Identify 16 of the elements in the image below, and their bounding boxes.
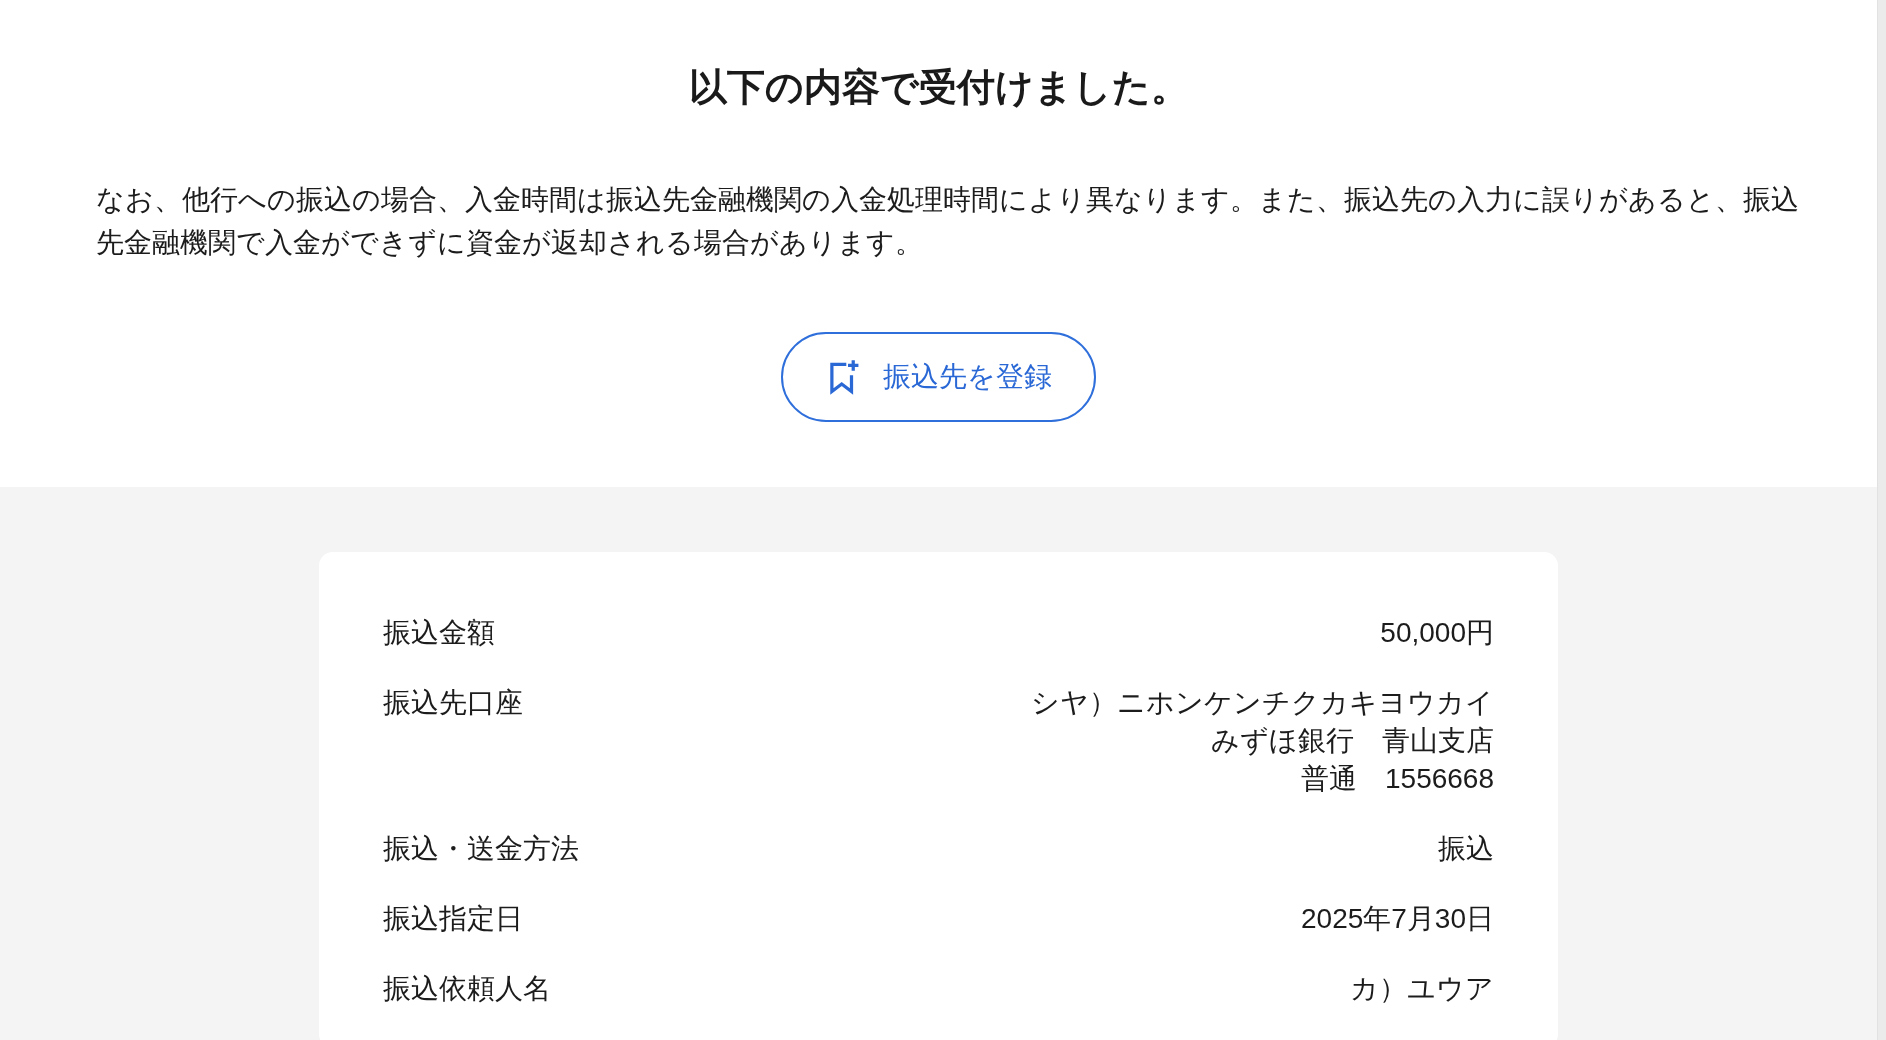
page-heading: 以下の内容で受付けました。 bbox=[687, 65, 1190, 110]
detail-label: 振込先口座 bbox=[383, 686, 523, 720]
detail-value: カ）ユウア bbox=[1350, 972, 1494, 1006]
detail-value: みずほ銀行 青山支店 bbox=[1211, 724, 1494, 758]
detail-value: 2025年7月30日 bbox=[1301, 902, 1494, 936]
detail-value: 普通 1556668 bbox=[1301, 762, 1494, 796]
notice-text: なお、他行への振込の場合、入金時間は振込先金融機関の入金処理時間により異なります。また、振込先の入力に誤りがあると、振込先金融機関で入金ができずに資金が返却される場合があります。 bbox=[96, 183, 1800, 260]
detail-label: 振込指定日 bbox=[383, 902, 523, 936]
detail-label: 振込金額 bbox=[383, 616, 495, 650]
detail-value: 振込 bbox=[1438, 832, 1494, 866]
detail-value: 50,000円 bbox=[1380, 616, 1494, 650]
detail-label: 振込・送金方法 bbox=[383, 832, 579, 866]
bookmark-plus-icon bbox=[829, 359, 859, 395]
register-payee-button[interactable]: 振込先を登録 bbox=[781, 332, 1096, 422]
detail-label: 振込依頼人名 bbox=[383, 972, 551, 1006]
detail-value: シヤ）ニホンケンチクカキヨウカイ bbox=[1031, 686, 1494, 720]
